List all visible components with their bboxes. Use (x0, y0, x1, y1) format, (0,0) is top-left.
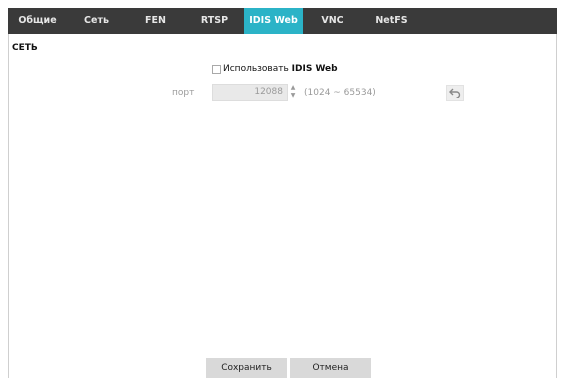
spinner-down-icon[interactable]: ▼ (289, 92, 297, 100)
use-idis-web-row[interactable]: Использовать IDIS Web (212, 63, 338, 75)
use-idis-web-label-prefix: Использовать (223, 64, 292, 74)
tab-general[interactable]: Общие (8, 8, 67, 34)
port-label: порт (172, 88, 195, 98)
use-idis-web-label-bold: IDIS Web (291, 64, 338, 74)
spinner-up-icon[interactable]: ▲ (289, 84, 297, 92)
tab-netfs[interactable]: NetFS (362, 8, 421, 34)
tab-vnc[interactable]: VNC (303, 8, 362, 34)
tab-bar: Общие Сеть FEN RTSP IDIS Web VNC NetFS (8, 8, 557, 34)
undo-arrow-icon (449, 88, 461, 98)
port-range: (1024 ~ 65534) (304, 88, 376, 98)
tab-idis-web[interactable]: IDIS Web (244, 8, 303, 34)
section-title: СЕТЬ (12, 43, 38, 53)
tab-fen[interactable]: FEN (126, 8, 185, 34)
use-idis-web-checkbox[interactable] (212, 64, 221, 74)
cancel-button[interactable]: Отмена (290, 358, 371, 378)
port-input[interactable]: 12088 (212, 84, 288, 101)
tab-rtsp[interactable]: RTSP (185, 8, 244, 34)
reset-button[interactable] (446, 85, 464, 101)
save-button[interactable]: Сохранить (206, 358, 287, 378)
use-idis-web-label[interactable]: Использовать IDIS Web (223, 64, 338, 74)
tab-network[interactable]: Сеть (67, 8, 126, 34)
spinner-arrows-icon[interactable]: ▲ ▼ (289, 84, 297, 101)
